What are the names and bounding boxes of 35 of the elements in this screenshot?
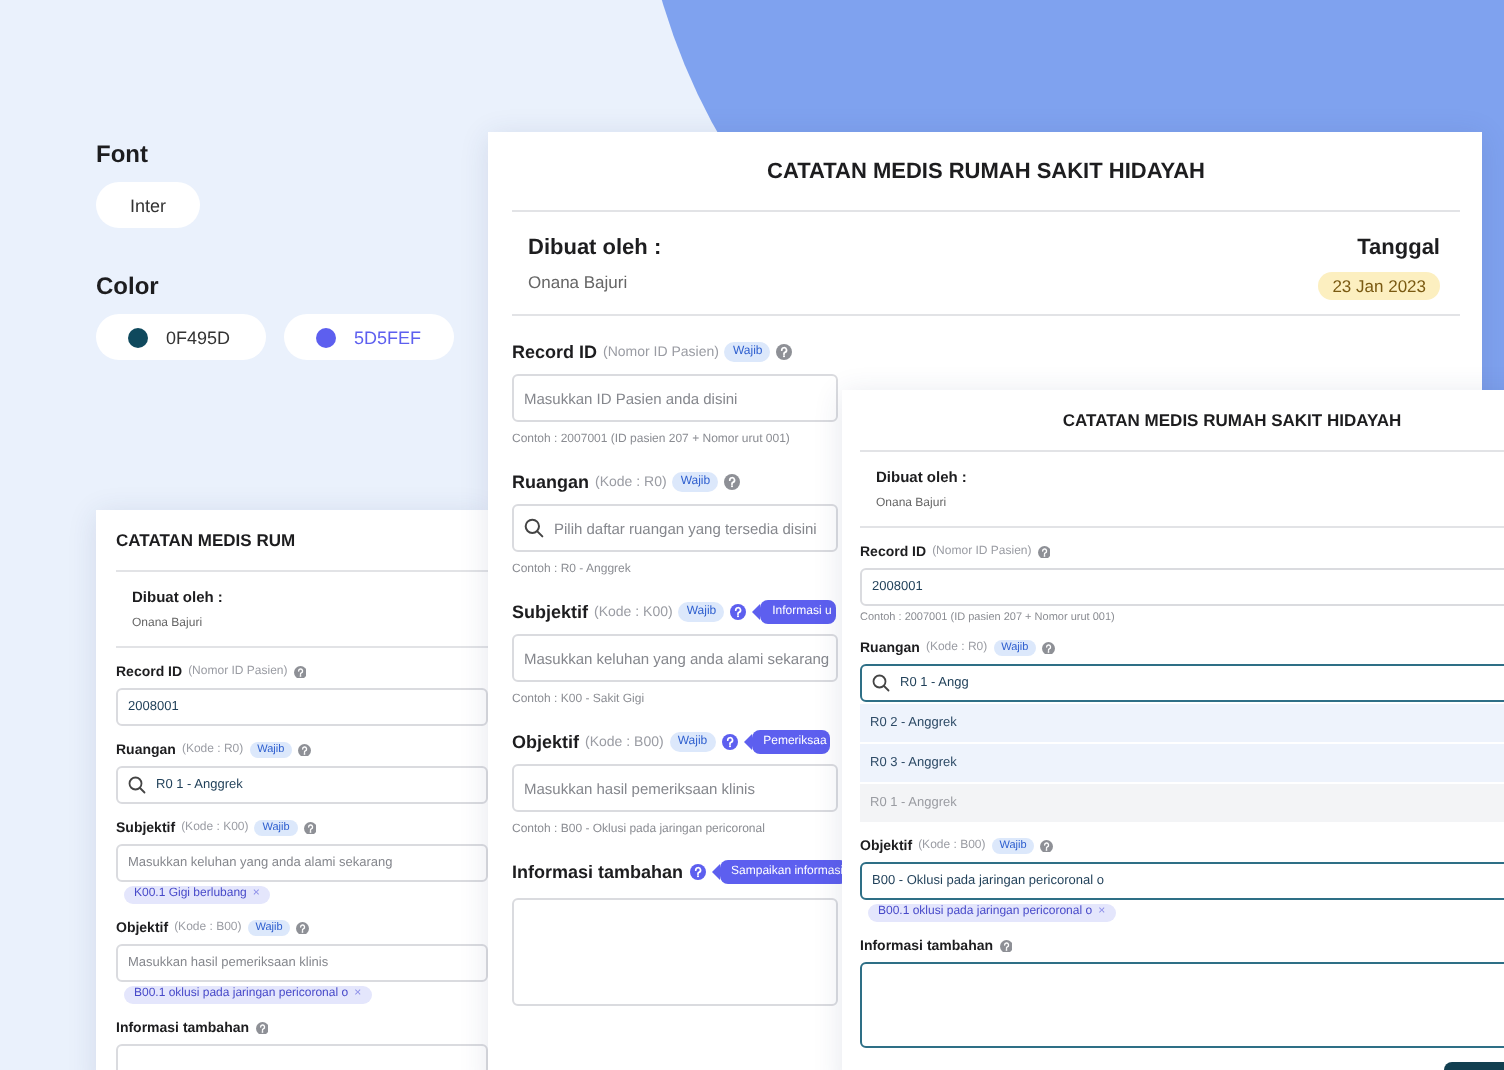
color-code: 5D5FEF [354,327,422,347]
date-label: Tanggal [1357,236,1440,260]
field-label: Ruangan [512,472,590,492]
help-icon [776,344,793,360]
section-heading: Color [96,272,159,300]
search-icon [128,776,146,794]
field-label: Informasi tambahan [512,862,684,882]
search-icon [872,674,890,692]
help-icon [721,734,738,750]
author-name: Onana Bajuri [528,272,628,292]
help-icon [1037,545,1051,559]
help-icon [298,743,312,757]
section-heading: Font [96,140,148,168]
help-icon [303,821,317,835]
form-title: CATATAN MEDIS RUM [116,528,298,554]
help-icon [999,939,1013,953]
help-icon [255,1021,269,1035]
field-label: Objektif [512,732,580,752]
author-label: Dibuat oleh : [528,236,662,260]
form-title: CATATAN MEDIS RUMAH SAKIT HIDAYAH [1060,408,1404,434]
date-badge: 23 Jan 2023 [1318,272,1440,300]
font-chip: Inter [96,182,201,228]
help-icon [293,665,307,679]
field-label: Record ID [512,342,598,362]
color-code: 0F495D [166,327,231,347]
search-icon [524,518,544,538]
help-icon [296,921,310,935]
form-title: CATATAN MEDIS RUMAH SAKIT HIDAYAH [765,158,1207,188]
text-area[interactable] [860,962,1504,1048]
help-icon [730,604,747,620]
help-icon [1042,641,1056,655]
help-icon [724,474,741,490]
help-icon [1040,839,1054,853]
help-icon [689,864,706,880]
field-label: Subjektif [512,602,589,622]
